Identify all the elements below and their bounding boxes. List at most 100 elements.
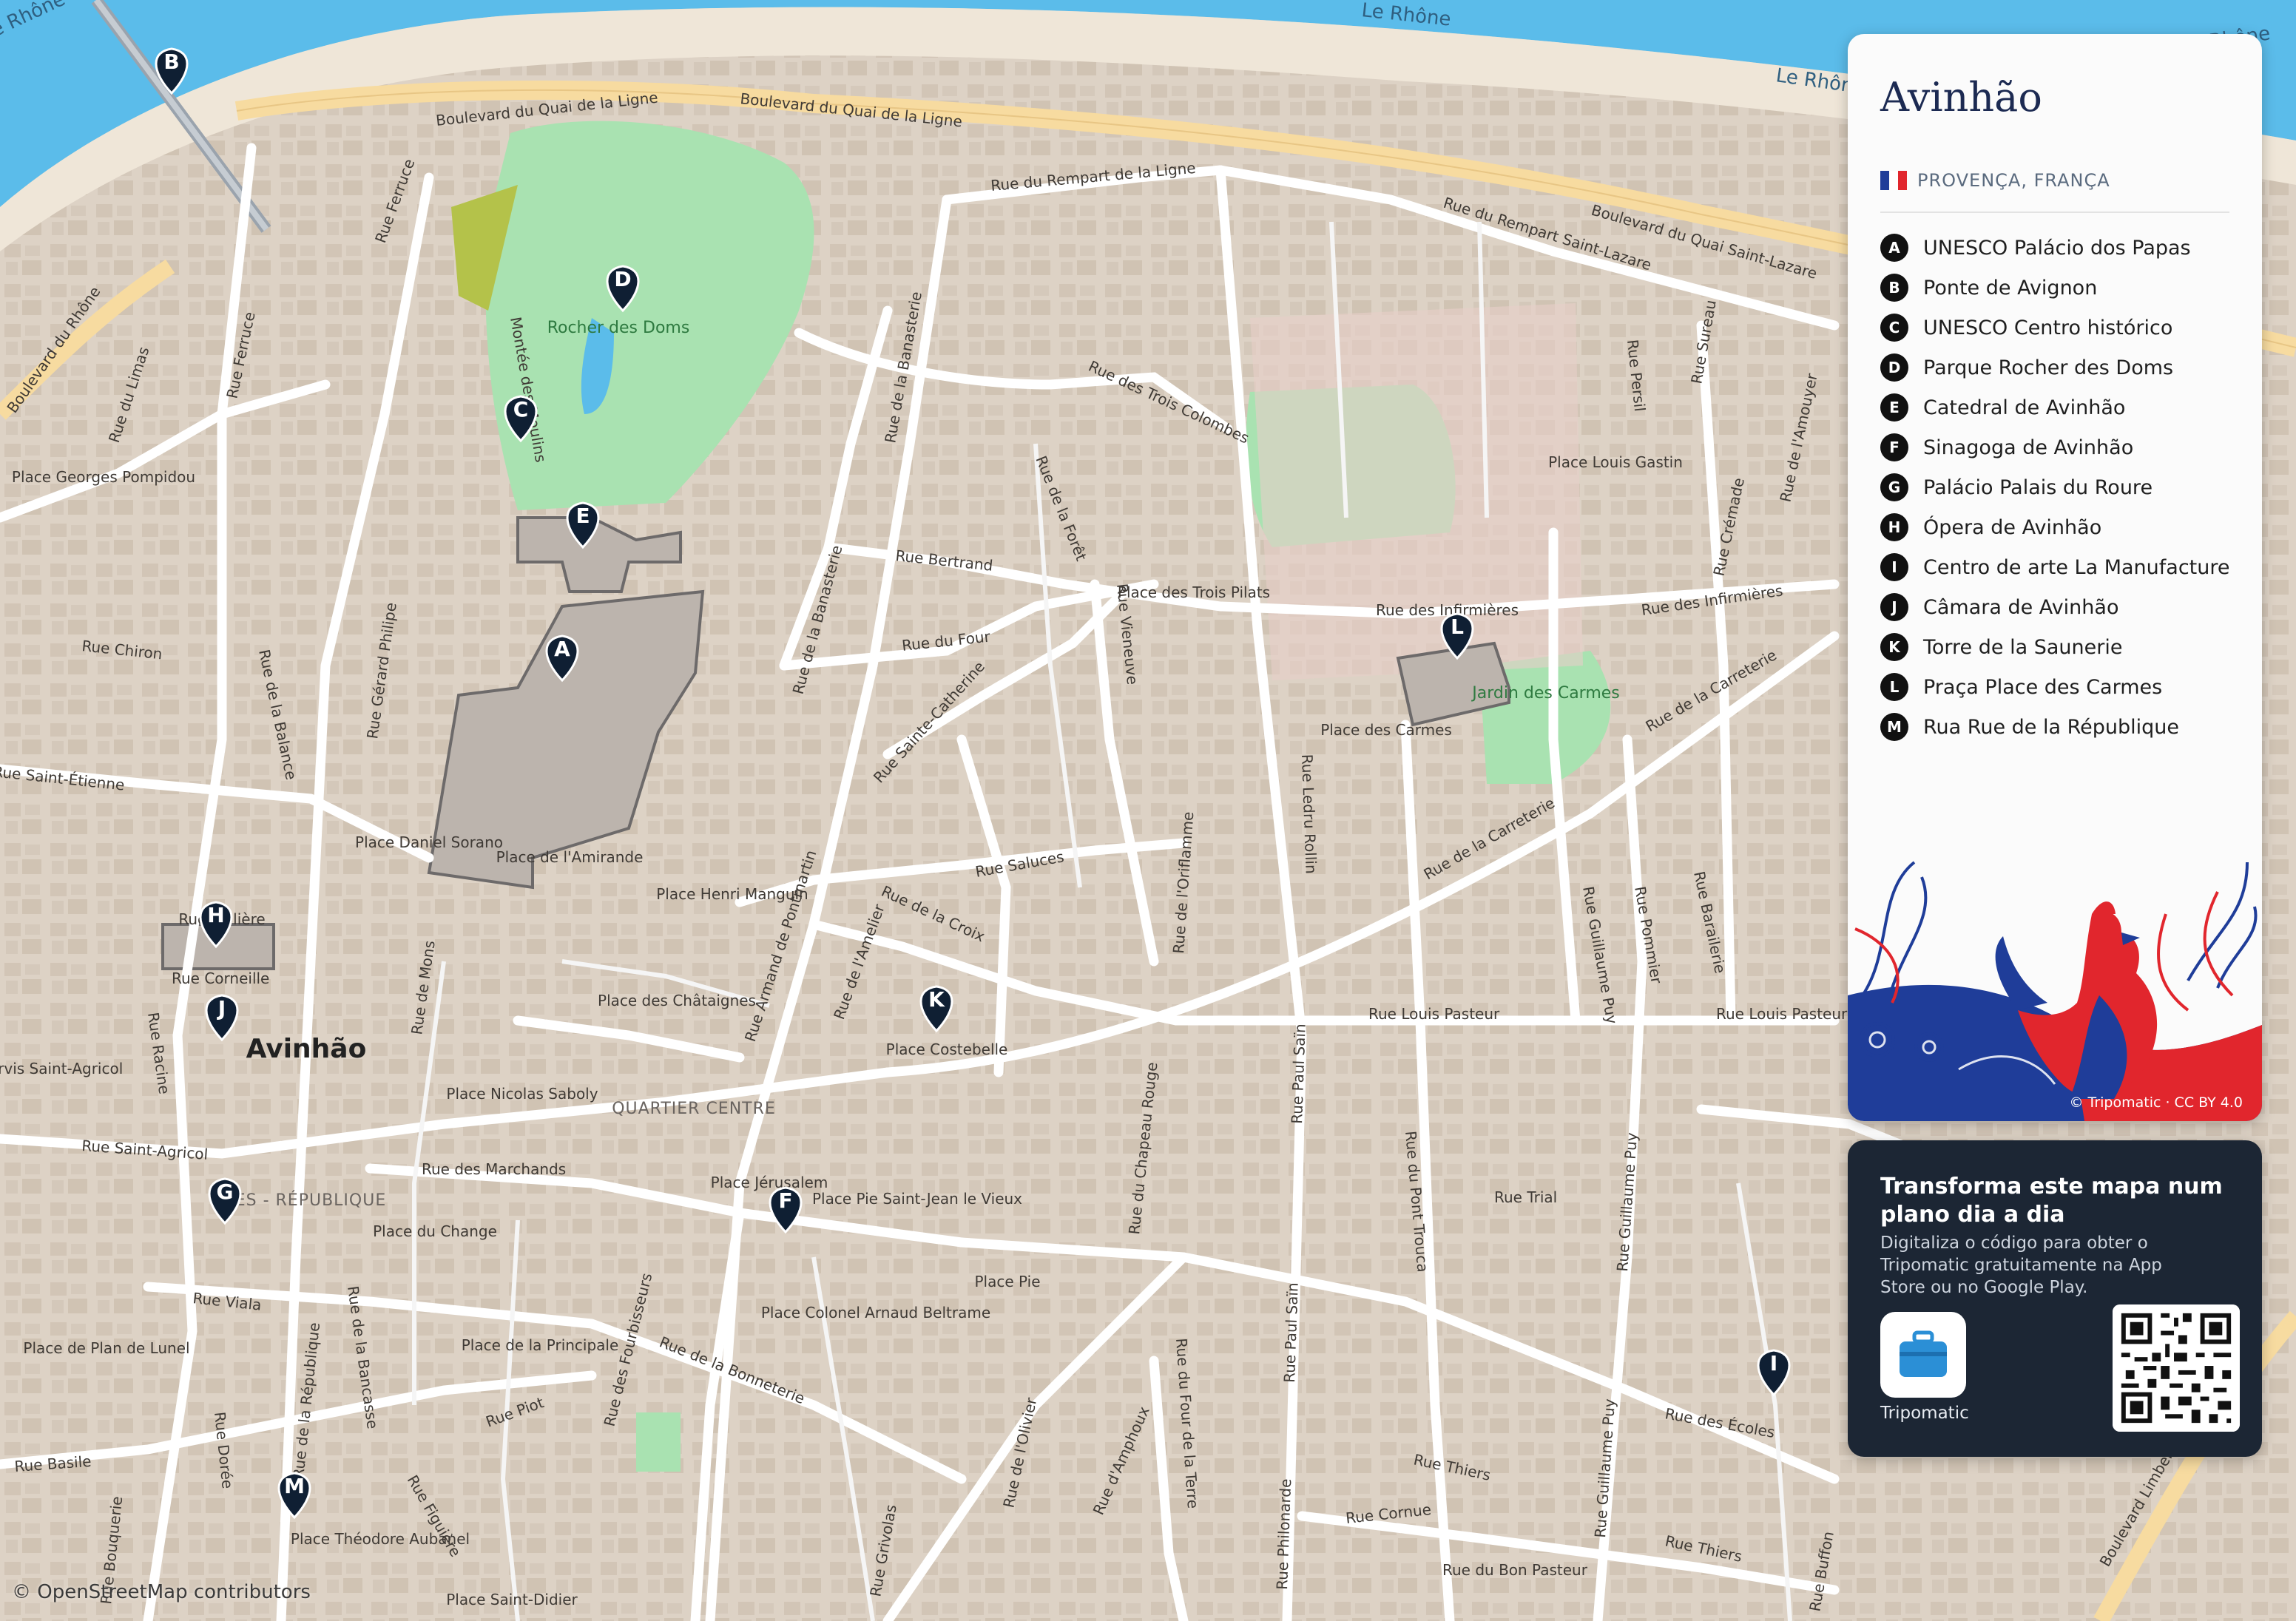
poi-label: Câmara de Avinhão	[1923, 595, 2119, 619]
poi-legend-item[interactable]: K Torre de la Saunerie	[1880, 627, 2229, 667]
info-panel: Avinhão PROVENÇA, FRANÇA A UNESCO Palácio…	[1848, 34, 2262, 1121]
poi-label: Parque Rocher des Doms	[1923, 356, 2174, 379]
poi-legend-item[interactable]: D Parque Rocher des Doms	[1880, 348, 2229, 388]
pin-letter: H	[207, 903, 224, 927]
poi-legend-item[interactable]: L Praça Place des Carmes	[1880, 667, 2229, 707]
poi-legend-item[interactable]: A UNESCO Palácio dos Papas	[1880, 228, 2229, 268]
pin-letter: G	[217, 1180, 234, 1204]
poi-label: UNESCO Palácio dos Papas	[1923, 236, 2191, 260]
place-label: Place de l'Amirande	[496, 848, 644, 866]
quarter-label: QUARTIER CENTRE	[612, 1100, 776, 1118]
city-label: Avinhão	[246, 1034, 367, 1064]
poi-label: Rua Rue de la République	[1923, 715, 2180, 739]
place-label: Place de Plan de Lunel	[23, 1339, 189, 1357]
campus-area	[1250, 303, 1583, 680]
poi-label: Sinagoga de Avinhão	[1923, 436, 2134, 459]
pin-letter: B	[163, 50, 179, 74]
place-label: Parvis Saint-Agricol	[0, 1060, 123, 1077]
pin-letter: L	[1451, 615, 1464, 639]
poi-badge: K	[1880, 633, 1908, 661]
poi-label: Centro de arte La Manufacture	[1923, 555, 2230, 579]
pin-letter: I	[1770, 1351, 1777, 1375]
poi-badge: F	[1880, 433, 1908, 461]
poi-badge: G	[1880, 473, 1908, 501]
place-label: Place Louis Gastin	[1548, 453, 1683, 471]
place-label: Place Costebelle	[886, 1040, 1008, 1058]
panel-title: Avinhão	[1880, 74, 2042, 121]
place-label: Place Colonel Arnaud Beltrame	[761, 1304, 990, 1321]
park-label: Jardin des Carmes	[1471, 684, 1620, 703]
poi-badge: A	[1880, 234, 1908, 262]
small-green	[636, 1412, 681, 1472]
poi-badge: C	[1880, 314, 1908, 342]
place-label: Place Théodore Aubanel	[291, 1530, 470, 1548]
street-label: Rue Trial	[1494, 1188, 1557, 1206]
pin-letter: A	[554, 637, 570, 661]
poi-badge: H	[1880, 513, 1908, 541]
pin-letter: J	[217, 996, 226, 1021]
place-label: Place des Carmes	[1320, 721, 1452, 739]
poi-legend-item[interactable]: M Rua Rue de la République	[1880, 707, 2229, 747]
poi-badge: M	[1880, 713, 1908, 741]
quarter-label: ÈS - RÉPUBLIQUE	[235, 1191, 387, 1210]
place-label: Place Daniel Sorano	[355, 833, 503, 851]
poi-label: Torre de la Saunerie	[1923, 635, 2123, 659]
poi-legend-item[interactable]: B Ponte de Avignon	[1880, 268, 2229, 308]
poi-badge: L	[1880, 673, 1908, 701]
poi-badge: J	[1880, 593, 1908, 621]
poi-legend-item[interactable]: F Sinagoga de Avinhão	[1880, 427, 2229, 467]
poi-label: UNESCO Centro histórico	[1923, 316, 2173, 339]
street-label: Rue Paul Saïn	[1288, 1023, 1309, 1124]
pin-letter: F	[778, 1188, 792, 1213]
poi-legend: A UNESCO Palácio dos Papas B Ponte de Avig…	[1880, 228, 2229, 747]
poi-legend-item[interactable]: G Palácio Palais du Roure	[1880, 467, 2229, 507]
place-label: Place Henri Manguin	[656, 885, 808, 903]
osm-attribution[interactable]: © OpenStreetMap contributors	[12, 1581, 311, 1603]
poi-label: Palácio Palais du Roure	[1923, 476, 2153, 499]
place-label: Place des Châtaignes	[598, 992, 756, 1009]
poi-label: Ponte de Avignon	[1923, 276, 2098, 300]
suitcase-app-icon[interactable]	[1880, 1312, 1966, 1398]
place-label: Place du Change	[373, 1222, 497, 1240]
street-label: Rue Louis Pasteur	[1716, 1005, 1848, 1023]
rooster-illustration	[1848, 861, 2262, 1121]
divider	[1880, 211, 2229, 213]
street-label: Rue Louis Pasteur	[1368, 1005, 1500, 1023]
panel-subtitle-row: PROVENÇA, FRANÇA	[1880, 170, 2110, 191]
place-label: Place Nicolas Saboly	[446, 1085, 598, 1103]
qr-code[interactable]	[2113, 1304, 2240, 1432]
poi-legend-item[interactable]: C UNESCO Centro histórico	[1880, 308, 2229, 348]
pin-letter: K	[928, 987, 945, 1012]
street-label: Rue des Marchands	[422, 1160, 566, 1178]
place-label: Place Jérusalem	[711, 1174, 828, 1191]
pin-letter: E	[575, 504, 590, 528]
poi-badge: B	[1880, 274, 1908, 302]
flag-icon	[1880, 171, 1907, 190]
tripomatic-credit: © Tripomatic · CC BY 4.0	[2069, 1094, 2243, 1111]
poi-legend-item[interactable]: H Ópera de Avinhão	[1880, 507, 2229, 547]
poi-badge: D	[1880, 353, 1908, 382]
poi-label: Ópera de Avinhão	[1923, 515, 2102, 539]
poi-badge: E	[1880, 393, 1908, 422]
street-label: Rue Corneille	[172, 969, 269, 987]
promo-card: Transforma este mapa num plano dia a dia…	[1848, 1140, 2262, 1457]
poi-legend-item[interactable]: E Catedral de Avinhão	[1880, 388, 2229, 427]
street-label: Rue Paul Saïn	[1280, 1282, 1302, 1383]
pin-letter: D	[614, 267, 631, 291]
place-label: Place Georges Pompidou	[12, 468, 195, 486]
promo-heading: Transforma este mapa num plano dia a dia	[1880, 1174, 2223, 1228]
panel-subtitle: PROVENÇA, FRANÇA	[1917, 170, 2110, 191]
park-label: Rocher des Doms	[547, 319, 690, 337]
pin-letter: M	[284, 1474, 305, 1498]
poi-label: Praça Place des Carmes	[1923, 675, 2163, 699]
place-label: Place de la Principale	[462, 1336, 619, 1354]
poi-legend-item[interactable]: I Centro de arte La Manufacture	[1880, 547, 2229, 587]
street-label: Rue du Bon Pasteur	[1442, 1561, 1588, 1579]
app-name: Tripomatic	[1880, 1404, 1969, 1423]
poi-badge: I	[1880, 553, 1908, 581]
place-label: Place des Trois Pilats	[1118, 583, 1270, 601]
poi-legend-item[interactable]: J Câmara de Avinhão	[1880, 587, 2229, 627]
promo-text: Digitaliza o código para obter o Tripoma…	[1880, 1233, 2162, 1297]
poi-label: Catedral de Avinhão	[1923, 396, 2126, 419]
place-label: Place Pie Saint-Jean le Vieux	[812, 1190, 1022, 1208]
